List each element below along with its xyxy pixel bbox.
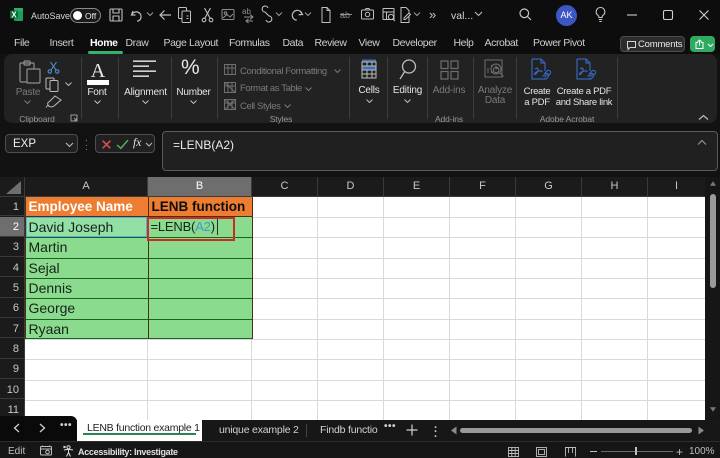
svg-text:X: X (11, 11, 17, 20)
svg-text:A: A (91, 60, 106, 82)
